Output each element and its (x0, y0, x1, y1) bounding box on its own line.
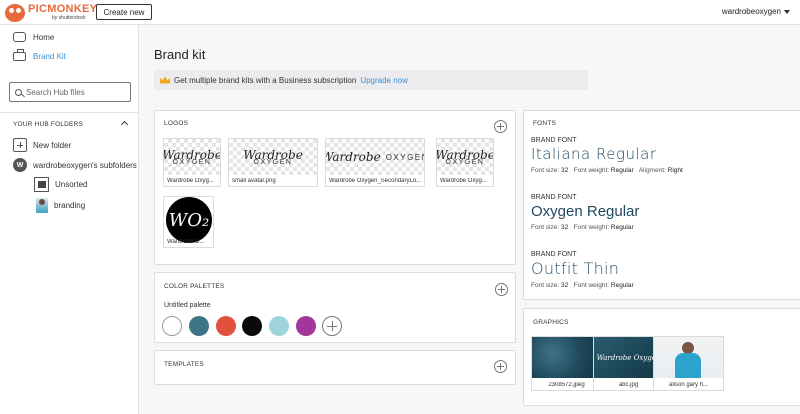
font-name[interactable]: Outfit Thin (531, 261, 619, 277)
graphics-title: GRAPHICS (533, 319, 569, 326)
color-swatch-light-blue[interactable] (269, 316, 289, 336)
color-swatch-white[interactable] (162, 316, 182, 336)
new-folder-button[interactable]: New folder (13, 138, 71, 152)
search-icon (15, 88, 22, 96)
logo-card[interactable]: WO₂ Wardrobe O... (163, 196, 214, 248)
folder-item-unsorted[interactable]: Unsorted (34, 177, 87, 192)
font-meta: Font size: 32 Font weight: Regular Aligm… (531, 167, 683, 174)
add-template-button[interactable] (494, 360, 507, 373)
logo-card[interactable]: Wardrobe OXYGEN Wardrobe Oxygen_Secondary… (325, 138, 425, 187)
font-label: BRAND FONT (531, 194, 577, 201)
folder-label: Unsorted (55, 180, 88, 189)
palette-name: Untitled palette (164, 302, 211, 309)
logo-caption: Wardrobe Oxygen_SecondaryLo... (329, 178, 422, 184)
avatar: W (13, 158, 27, 172)
wo-logo-art: WO₂ (166, 197, 212, 243)
home-icon (13, 32, 26, 42)
logo-caption: Wardrobe O... (167, 239, 205, 245)
font-label: BRAND FONT (531, 251, 577, 258)
sidebar-item-home[interactable]: Home (13, 32, 54, 42)
font-meta: Font size: 32 Font weight: Regular (531, 282, 634, 289)
add-color-button[interactable] (322, 316, 342, 336)
add-logo-button[interactable] (494, 120, 507, 133)
logo-art-subtext: OXYGEN (172, 158, 212, 166)
picmonkey-logo[interactable]: PICMONKEY by shutterstock (5, 3, 97, 22)
logo-name: PICMONKEY (28, 3, 98, 15)
fonts-title: FONTS (533, 120, 557, 127)
upgrade-banner: Get multiple brand kits with a Business … (154, 70, 588, 90)
logo-art-subtext: OXYGEN (385, 152, 424, 162)
subfolders-label: wardrobeoxygen's subfolders (33, 160, 137, 170)
add-palette-button[interactable] (495, 283, 508, 296)
graphic-card[interactable]: 2308572.jpeg (531, 336, 602, 391)
graphic-image (654, 337, 723, 378)
graphic-card[interactable]: alison gary h... (653, 336, 724, 391)
username: wardrobeoxygen (721, 7, 781, 16)
banner-text: Get multiple brand kits with a Business … (174, 75, 357, 85)
color-swatch-black[interactable] (242, 316, 262, 336)
top-bar: PICMONKEY by shutterstock Create new war… (0, 0, 800, 25)
templates-panel: TEMPLATES (154, 350, 516, 385)
page-title: Brand kit (154, 47, 206, 62)
sidebar-item-label: Brand Kit (33, 52, 66, 61)
logo-art-subtext: OXYGEN (253, 158, 293, 166)
monkey-logo-icon (5, 3, 25, 22)
folder-thumbnail-photo (36, 198, 48, 213)
sidebar-item-brand-kit[interactable]: Brand Kit (13, 49, 66, 61)
font-name[interactable]: Italiana Regular (531, 147, 657, 162)
folders-header: YOUR HUB FOLDERS (13, 121, 84, 128)
logo-image: WO₂ (166, 197, 212, 243)
graphic-art-text: Wardrobe Oxygen (596, 353, 661, 362)
logo-sub: by shutterstock (52, 15, 86, 21)
sidebar: Home Brand Kit YOUR HUB FOLDERS New fold… (0, 25, 139, 414)
caret-down-icon (784, 9, 790, 14)
chevron-up-icon[interactable] (120, 120, 129, 129)
color-swatch-purple[interactable] (296, 316, 316, 336)
user-menu[interactable]: wardrobeoxygen (722, 7, 790, 16)
logo-art-text: Wardrobe (326, 150, 381, 164)
search-box[interactable] (9, 82, 131, 102)
subfolders-item[interactable]: W wardrobeoxygen's subfolders (13, 158, 137, 172)
font-meta: Font size: 32 Font weight: Regular (531, 224, 634, 231)
plus-icon (13, 138, 27, 152)
graphic-caption: 2308572.jpeg (548, 382, 585, 388)
font-name[interactable]: Oxygen Regular (531, 204, 639, 219)
new-folder-label: New folder (33, 140, 72, 150)
sidebar-item-label: Home (33, 32, 55, 42)
templates-title: TEMPLATES (164, 361, 204, 368)
logo-card[interactable]: Wardrobe OXYGEN Wardrobe Oxyg... (163, 138, 221, 187)
crown-icon (160, 76, 170, 84)
logos-panel: LOGOS Wardrobe OXYGEN Wardrobe Oxyg... Wa… (154, 110, 516, 265)
color-swatch-red[interactable] (216, 316, 236, 336)
graphic-caption: alison gary h... (668, 382, 709, 388)
color-swatch-teal[interactable] (189, 316, 209, 336)
graphic-image (532, 337, 601, 378)
upgrade-now-link[interactable]: Upgrade now (360, 76, 408, 85)
logo-art-subtext: OXYGEN (445, 158, 485, 166)
search-input[interactable] (26, 87, 126, 97)
divider (0, 112, 139, 113)
logo-card[interactable]: Wardrobe OXYGEN Wardrobe Oxyg... (436, 138, 494, 187)
logo-caption: Wardrobe Oxyg... (167, 178, 214, 184)
logo-caption: small avatar.png (232, 178, 276, 184)
logo-caption: Wardrobe Oxyg... (440, 178, 487, 184)
palettes-title: COLOR PALETTES (164, 283, 225, 290)
folder-thumbnail-icon (34, 177, 49, 192)
briefcase-icon (13, 49, 26, 61)
create-new-button[interactable]: Create new (96, 4, 152, 20)
logos-title: LOGOS (164, 120, 189, 127)
font-label: BRAND FONT (531, 137, 577, 144)
folder-item-branding[interactable]: branding (36, 198, 85, 213)
folder-label: branding (54, 201, 86, 210)
logo-card[interactable]: Wardrobe OXYGEN small avatar.png (228, 138, 318, 187)
